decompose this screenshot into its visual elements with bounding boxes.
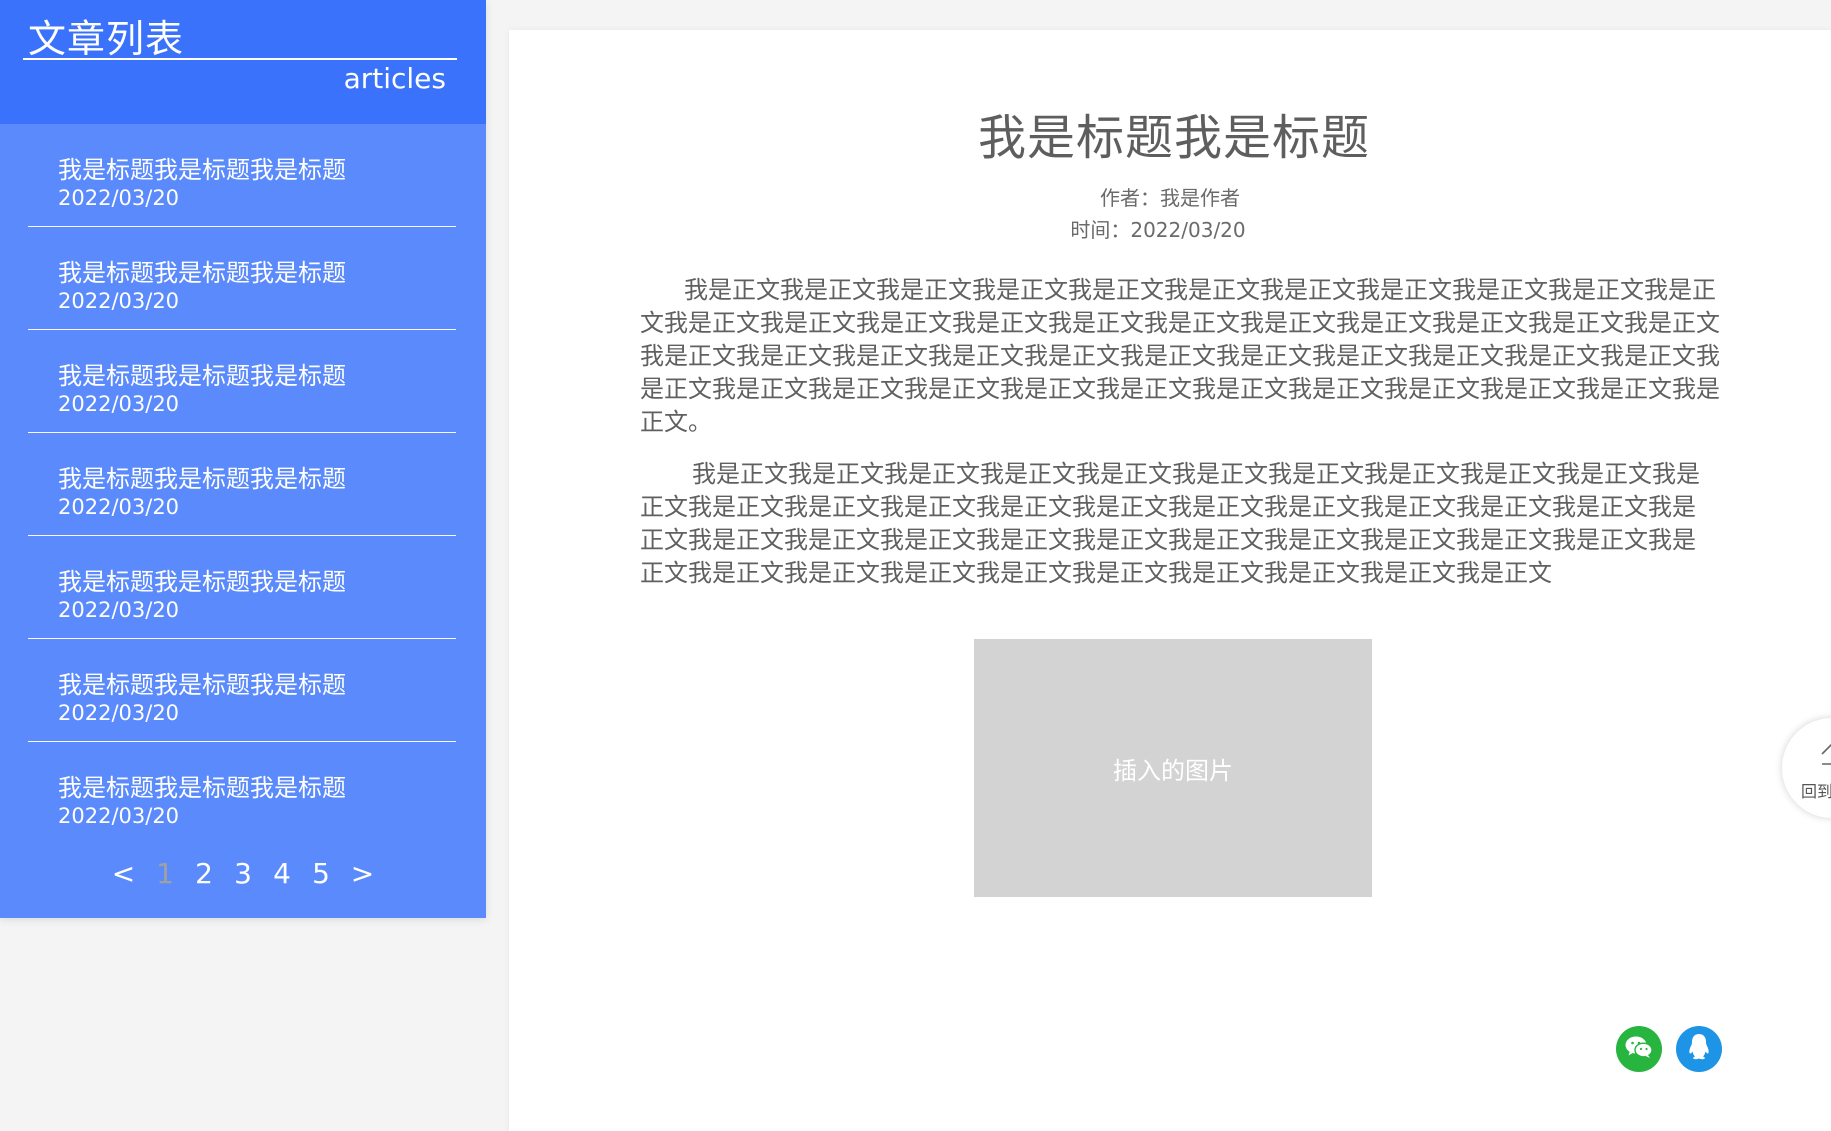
list-item[interactable]: 我是标题我是标题我是标题 2022/03/20 bbox=[28, 639, 456, 742]
list-item[interactable]: 我是标题我是标题我是标题 2022/03/20 bbox=[28, 536, 456, 639]
page-button-3[interactable]: 3 bbox=[224, 856, 263, 892]
article-time: 时间：2022/03/20 bbox=[1070, 218, 1246, 242]
sidebar-title: 文章列表 bbox=[28, 17, 185, 61]
list-item-title: 我是标题我是标题我是标题 bbox=[58, 774, 346, 802]
list-item-date: 2022/03/20 bbox=[58, 804, 180, 828]
list-item-title: 我是标题我是标题我是标题 bbox=[58, 671, 346, 699]
qq-share-button[interactable] bbox=[1676, 1026, 1722, 1072]
list-item-title: 我是标题我是标题我是标题 bbox=[58, 156, 346, 184]
prev-page-button[interactable]: < bbox=[102, 856, 146, 892]
list-item-title: 我是标题我是标题我是标题 bbox=[58, 259, 346, 287]
page-button-2[interactable]: 2 bbox=[185, 856, 224, 892]
next-page-button[interactable]: > bbox=[341, 856, 385, 892]
list-item-title: 我是标题我是标题我是标题 bbox=[58, 362, 346, 390]
sidebar-divider bbox=[23, 58, 457, 60]
list-item[interactable]: 我是标题我是标题我是标题 2022/03/20 bbox=[28, 330, 456, 433]
wechat-icon bbox=[1624, 1034, 1654, 1064]
list-item-date: 2022/03/20 bbox=[58, 495, 180, 519]
page-button-1[interactable]: 1 bbox=[146, 856, 185, 892]
page-button-4[interactable]: 4 bbox=[263, 856, 302, 892]
pagination: < 1 2 3 4 5 > bbox=[0, 856, 486, 892]
article-paragraph-2: 我是正文我是正文我是正文我是正文我是正文我是正文我是正文我是正文我是正文我是正文… bbox=[640, 460, 1700, 587]
list-item-title: 我是标题我是标题我是标题 bbox=[58, 465, 346, 493]
list-item-date: 2022/03/20 bbox=[58, 186, 180, 210]
article-author: 作者：我是作者 bbox=[1100, 186, 1240, 210]
article-panel: 我是标题我是标题 作者：我是作者 时间：2022/03/20 我是正文我是正文我… bbox=[509, 30, 1831, 1131]
list-item-date: 2022/03/20 bbox=[58, 392, 180, 416]
article-list: 我是标题我是标题我是标题 2022/03/20 我是标题我是标题我是标题 202… bbox=[0, 124, 486, 845]
wechat-share-button[interactable] bbox=[1616, 1026, 1662, 1072]
image-caption: 插入的图片 bbox=[1113, 756, 1233, 785]
page-button-5[interactable]: 5 bbox=[302, 856, 341, 892]
list-item-date: 2022/03/20 bbox=[58, 598, 180, 622]
list-item[interactable]: 我是标题我是标题我是标题 2022/03/20 bbox=[28, 227, 456, 330]
back-to-top-label: 回到顶部 bbox=[1801, 782, 1831, 801]
article-title: 我是标题我是标题 bbox=[977, 110, 1370, 166]
list-item[interactable]: 我是标题我是标题我是标题 2022/03/20 bbox=[28, 433, 456, 536]
article-image: 插入的图片 bbox=[974, 639, 1372, 897]
article-paragraph-1: 我是正文我是正文我是正文我是正文我是正文我是正文我是正文我是正文我是正文我是正文… bbox=[640, 276, 1720, 436]
list-item[interactable]: 我是标题我是标题我是标题 2022/03/20 bbox=[28, 124, 456, 227]
list-item-date: 2022/03/20 bbox=[58, 701, 180, 725]
sidebar-subtitle: articles bbox=[343, 62, 446, 95]
sidebar: 文章列表 articles 我是标题我是标题我是标题 2022/03/20 我是… bbox=[0, 0, 486, 918]
list-item[interactable]: 我是标题我是标题我是标题 2022/03/20 bbox=[28, 742, 456, 845]
chevron-up-icon bbox=[1820, 740, 1831, 774]
sidebar-header: 文章列表 articles bbox=[0, 0, 486, 124]
list-item-date: 2022/03/20 bbox=[58, 289, 180, 313]
qq-icon bbox=[1687, 1032, 1711, 1066]
list-item-title: 我是标题我是标题我是标题 bbox=[58, 568, 346, 596]
